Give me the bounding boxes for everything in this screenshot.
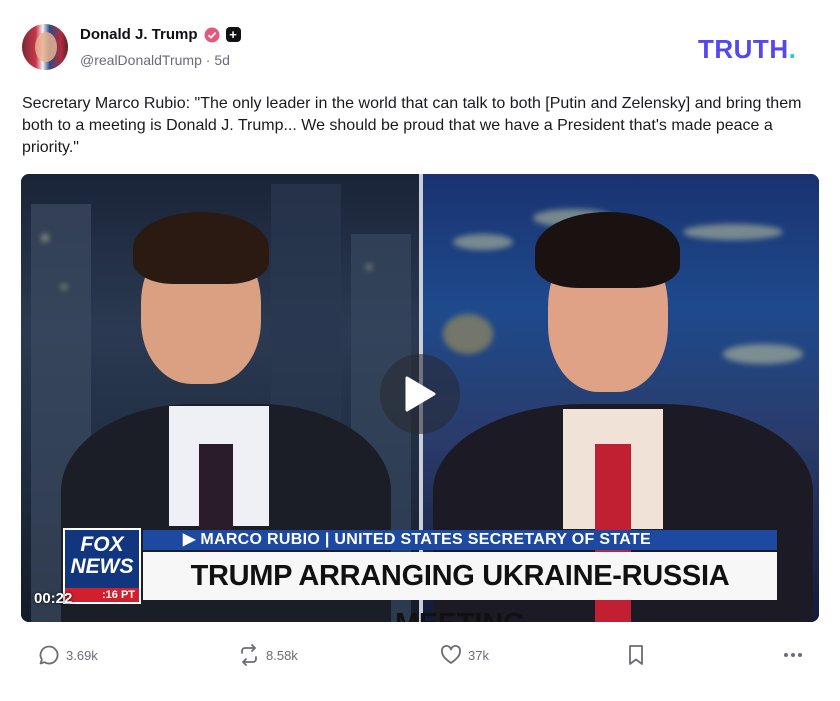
plus-badge-icon: + bbox=[225, 27, 241, 42]
logo-time: :16 PT bbox=[65, 588, 139, 602]
fox-news-logo: FOX NEWS :16 PT bbox=[63, 528, 141, 604]
like-button[interactable]: 37k bbox=[440, 644, 489, 666]
handle-row: @realDonaldTrump · 5d bbox=[80, 52, 230, 68]
truth-logo: TRUTH. bbox=[698, 34, 796, 65]
bookmark-icon bbox=[629, 645, 643, 665]
logo-bottom: NEWS bbox=[70, 555, 134, 578]
retruth-button[interactable]: 8.58k bbox=[238, 644, 298, 666]
retruth-icon bbox=[241, 644, 257, 666]
avatar[interactable] bbox=[22, 24, 68, 70]
action-bar: 3.69k 8.58k 37k bbox=[38, 644, 818, 670]
bookmark-button[interactable] bbox=[626, 644, 646, 666]
author-row: Donald J. Trump + bbox=[80, 26, 241, 43]
reply-icon bbox=[39, 645, 59, 665]
verified-badge-icon bbox=[204, 27, 220, 42]
retruth-count: 8.58k bbox=[266, 647, 298, 663]
like-count: 37k bbox=[468, 647, 489, 663]
news-lower-third: FOX NEWS :16 PT ▶ MARCO RUBIO | UNITED S… bbox=[63, 528, 777, 622]
reply-count: 3.69k bbox=[66, 647, 98, 663]
more-options-button[interactable] bbox=[782, 644, 804, 666]
more-icon bbox=[784, 653, 802, 657]
author-handle[interactable]: @realDonaldTrump bbox=[80, 52, 202, 68]
separator: · bbox=[205, 52, 211, 68]
like-icon bbox=[441, 645, 461, 664]
post-text: Secretary Marco Rubio: "The only leader … bbox=[22, 95, 802, 156]
brand-text: TRUTH bbox=[698, 34, 789, 64]
logo-top: FOX bbox=[80, 533, 124, 556]
video-timestamp: 00:22 bbox=[34, 590, 73, 607]
video-player[interactable]: FOX NEWS :16 PT ▶ MARCO RUBIO | UNITED S… bbox=[21, 174, 819, 622]
brand-dot: . bbox=[788, 34, 797, 64]
play-button[interactable] bbox=[380, 354, 460, 434]
reply-button[interactable]: 3.69k bbox=[38, 644, 98, 666]
author-name[interactable]: Donald J. Trump bbox=[80, 26, 198, 43]
play-icon bbox=[405, 376, 436, 412]
post-header: Donald J. Trump + @realDonaldTrump · 5d … bbox=[22, 24, 822, 74]
chyron-name-bar: ▶ MARCO RUBIO | UNITED STATES SECRETARY … bbox=[143, 530, 777, 550]
post-age[interactable]: 5d bbox=[214, 52, 230, 68]
chyron-headline: TRUMP ARRANGING UKRAINE-RUSSIA MEETING bbox=[143, 552, 777, 622]
